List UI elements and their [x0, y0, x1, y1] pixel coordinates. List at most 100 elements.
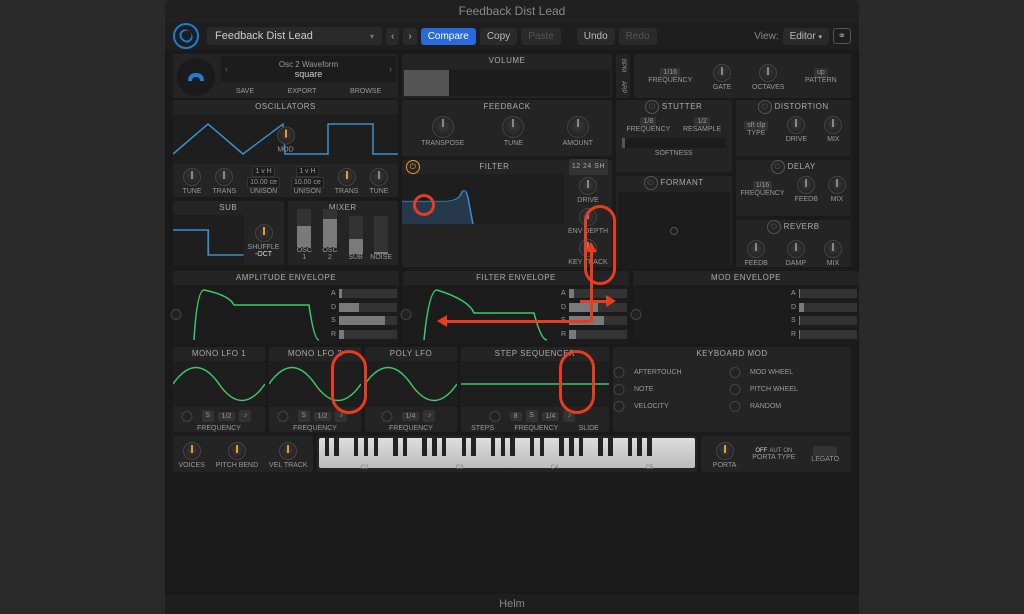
- lfo2-display[interactable]: [269, 361, 361, 407]
- softness-slider[interactable]: [622, 138, 726, 148]
- fb-amount-knob[interactable]: [567, 116, 589, 138]
- fb-transpose-knob[interactable]: [432, 116, 454, 138]
- amp-s-slider[interactable]: [339, 316, 397, 325]
- osc2-trans-knob[interactable]: [338, 168, 356, 186]
- filter-key-track-knob[interactable]: [579, 239, 597, 257]
- reverb-power-button[interactable]: ⏻: [767, 220, 781, 234]
- fil-d-slider[interactable]: [569, 303, 627, 312]
- rev-feedb-knob[interactable]: [747, 240, 765, 258]
- aftertouch-ring-icon[interactable]: [614, 367, 625, 378]
- polylfo-display[interactable]: [365, 361, 457, 407]
- preset-selector[interactable]: Feedback Dist Lead ▾: [207, 27, 382, 45]
- patch-next-button[interactable]: ›: [389, 64, 392, 74]
- mixer-osc1-slider[interactable]: [297, 209, 311, 247]
- browse-button[interactable]: BROWSE: [350, 88, 381, 95]
- osc1-tune-knob[interactable]: [183, 168, 201, 186]
- polylfo-ring-icon[interactable]: [381, 411, 392, 422]
- arp-panel: 1/16FREQUENCY GATE OCTAVES upPATTERN: [634, 54, 851, 98]
- octaves-knob[interactable]: [759, 64, 777, 82]
- link-icon[interactable]: ⚭: [833, 28, 851, 44]
- filter-slope-selector[interactable]: 12 24 SH: [569, 159, 608, 175]
- delay-power-button[interactable]: ⏻: [771, 160, 785, 174]
- velocity-ring-icon[interactable]: [614, 401, 625, 412]
- porta-knob[interactable]: [716, 442, 734, 460]
- osc2-tune-knob[interactable]: [370, 168, 388, 186]
- mixer-osc2-slider[interactable]: [323, 209, 337, 247]
- fil-mod-ring-icon[interactable]: [400, 309, 411, 320]
- amp-env-display[interactable]: [189, 285, 329, 343]
- prev-preset-button[interactable]: ‹: [386, 28, 399, 45]
- mod-env-display[interactable]: [649, 285, 789, 343]
- filter-power-button[interactable]: ⏻: [406, 160, 420, 174]
- voices-knob[interactable]: [183, 442, 201, 460]
- veltrack-knob[interactable]: [279, 442, 297, 460]
- sub-wave-display[interactable]: [173, 215, 244, 265]
- random-ring-icon[interactable]: [730, 401, 741, 412]
- next-preset-button[interactable]: ›: [403, 28, 416, 45]
- cross-mod-knob[interactable]: [277, 127, 295, 145]
- undo-button[interactable]: Undo: [577, 28, 615, 45]
- volume-panel: VOLUME: [402, 54, 612, 98]
- dist-drive-knob[interactable]: [787, 116, 805, 134]
- pitchbend-knob[interactable]: [228, 442, 246, 460]
- mixer-noise-slider[interactable]: [374, 216, 388, 254]
- filter-drive-knob[interactable]: [579, 177, 597, 195]
- virtual-keyboard[interactable]: [319, 438, 695, 468]
- delay-feedb-knob[interactable]: [797, 176, 815, 194]
- mod-s-slider[interactable]: [799, 316, 857, 325]
- modwheel-ring-icon[interactable]: [730, 367, 741, 378]
- lfo1-ring-icon[interactable]: [181, 411, 192, 422]
- fil-a-slider[interactable]: [569, 289, 627, 298]
- legato-toggle[interactable]: [813, 446, 837, 456]
- patch-prev-button[interactable]: ‹: [225, 64, 228, 74]
- arp-freq-value[interactable]: 1/16: [660, 68, 680, 77]
- filter-env-depth-knob[interactable]: [579, 208, 597, 226]
- view-selector[interactable]: Editor ▾: [783, 28, 829, 45]
- lfo1-display[interactable]: [173, 361, 265, 407]
- sub-panel: SUB SHUFFLE -OCT: [173, 201, 284, 265]
- pitchwheel-ring-icon[interactable]: [730, 384, 741, 395]
- dist-power-button[interactable]: ⏻: [758, 100, 772, 114]
- gate-knob[interactable]: [713, 64, 731, 82]
- note-ring-icon[interactable]: [614, 384, 625, 395]
- copy-button[interactable]: Copy: [480, 28, 517, 45]
- fil-r-slider[interactable]: [569, 330, 627, 339]
- delay-freq-value[interactable]: 1/16: [753, 181, 773, 190]
- amp-r-slider[interactable]: [339, 330, 397, 339]
- redo-button[interactable]: Redo: [619, 28, 657, 45]
- pattern-value[interactable]: up: [814, 68, 828, 77]
- mod-a-slider[interactable]: [799, 289, 857, 298]
- delay-mix-knob[interactable]: [828, 176, 846, 194]
- reverb-panel: ⏻ REVERB FEEDB DAMP MIX: [736, 220, 852, 267]
- save-button[interactable]: SAVE: [236, 88, 254, 95]
- arp-label: ARP: [620, 81, 626, 93]
- osc1-trans-knob[interactable]: [215, 168, 233, 186]
- paste-button[interactable]: Paste: [521, 28, 561, 45]
- fb-tune-knob[interactable]: [502, 116, 524, 138]
- fil-s-slider[interactable]: [569, 316, 627, 325]
- osc-waveform-display[interactable]: MOD: [173, 114, 398, 164]
- bypass-button[interactable]: [173, 23, 199, 49]
- filter-display[interactable]: [402, 174, 564, 224]
- mod-d-slider[interactable]: [799, 303, 857, 312]
- mod-mod-ring-icon[interactable]: [630, 309, 641, 320]
- rev-damp-knob[interactable]: [787, 240, 805, 258]
- formant-xy-pad[interactable]: [618, 192, 730, 269]
- lfo2-ring-icon[interactable]: [277, 411, 288, 422]
- compare-button[interactable]: Compare: [421, 28, 476, 45]
- formant-power-button[interactable]: ⏻: [644, 176, 658, 190]
- stutter-power-button[interactable]: ⏻: [645, 100, 659, 114]
- shuffle-knob[interactable]: [255, 224, 273, 242]
- amp-d-slider[interactable]: [339, 303, 397, 312]
- amp-mod-ring-icon[interactable]: [170, 309, 181, 320]
- mixer-sub-slider[interactable]: [349, 216, 363, 254]
- fil-env-display[interactable]: [419, 285, 559, 343]
- amp-a-slider[interactable]: [339, 289, 397, 298]
- dist-type-selector[interactable]: sft clp: [744, 121, 768, 130]
- export-button[interactable]: EXPORT: [288, 88, 317, 95]
- volume-slider[interactable]: [404, 70, 610, 96]
- seq-display[interactable]: [461, 361, 609, 407]
- dist-mix-knob[interactable]: [824, 116, 842, 134]
- rev-mix-knob[interactable]: [824, 240, 842, 258]
- mod-r-slider[interactable]: [799, 330, 857, 339]
